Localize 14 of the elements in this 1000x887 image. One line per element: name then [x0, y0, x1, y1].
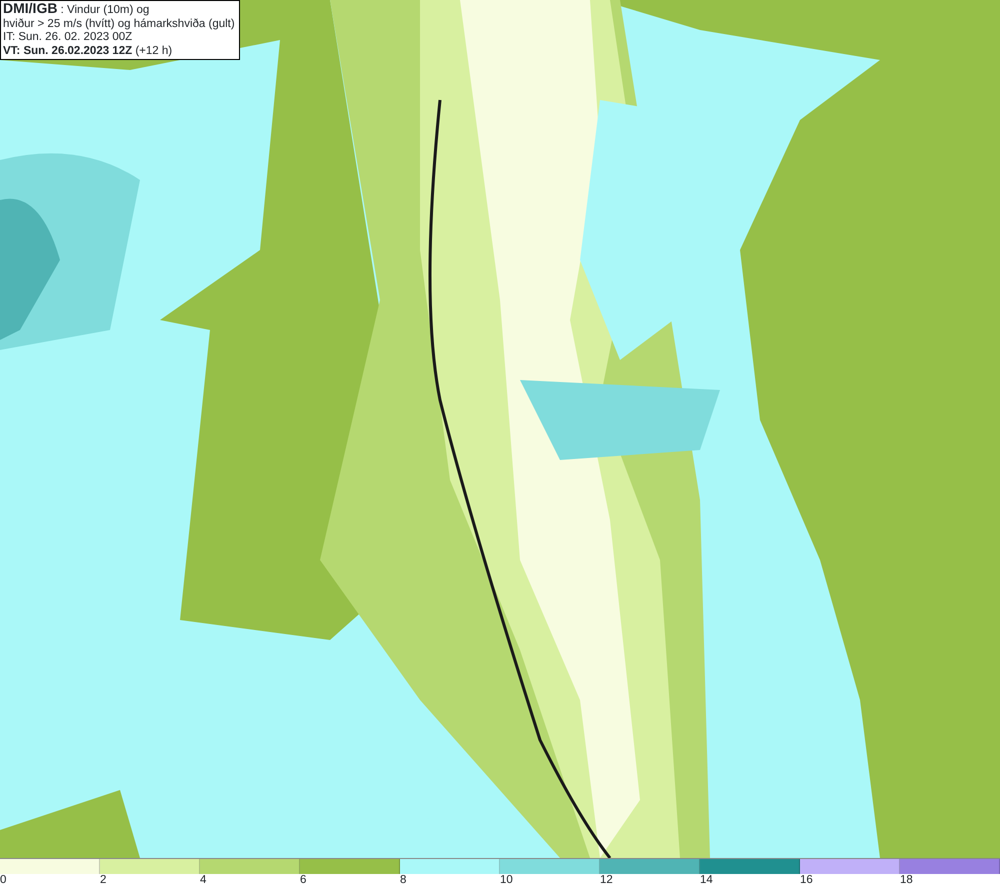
caption-line: hviður > 25 m/s (hvítt) og hámarkshviða (gult) — [3, 18, 235, 31]
legend-tick-label: 12 — [600, 873, 613, 887]
caption-line: VT: Sun. 26.02.2023 12Z (+12 h) — [3, 44, 174, 58]
legend-tick-label: 0 — [0, 873, 6, 887]
legend-tick-label: 16 — [800, 873, 813, 887]
caption-line: IT: Sun. 26. 02. 2023 00Z — [3, 31, 134, 44]
legend-tick-label: 4 — [200, 873, 206, 887]
legend-tick-label: 6 — [300, 873, 306, 887]
legend-tick-label: 14 — [700, 873, 713, 887]
legend-tick-label: 18 — [900, 873, 913, 887]
legend-tick-label: 10 — [500, 873, 513, 887]
caption-line: DMI/IGB : Vindur (10m) og — [3, 2, 150, 18]
legend-tick-label: 2 — [100, 873, 106, 887]
legend-tick-label: 8 — [400, 873, 406, 887]
